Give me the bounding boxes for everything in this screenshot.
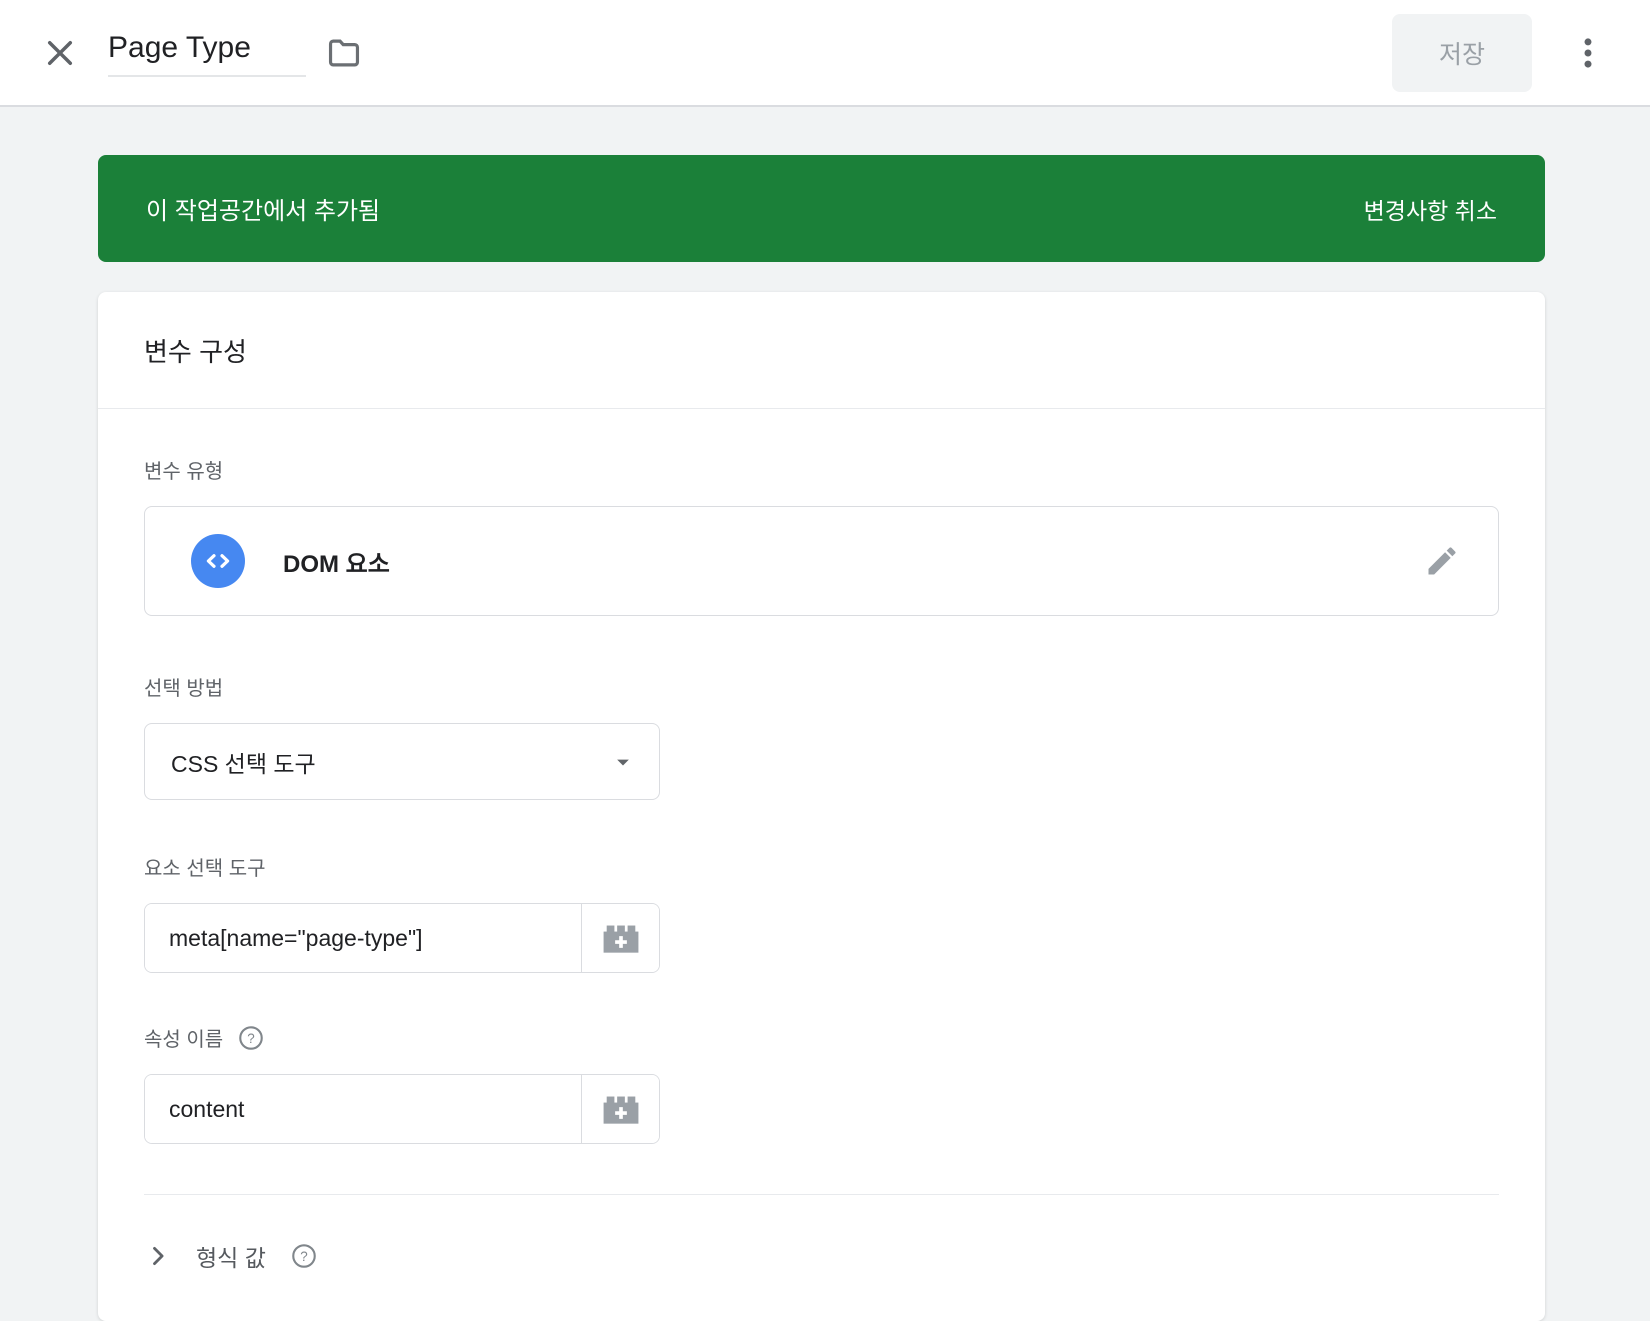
kebab-menu-icon xyxy=(1569,33,1607,73)
discard-changes-link[interactable]: 변경사항 취소 xyxy=(1364,192,1497,226)
element-selector-input[interactable] xyxy=(145,904,581,972)
attribute-name-label: 속성 이름 ? xyxy=(144,1023,1499,1052)
format-value-expander[interactable]: 형식 값 ? xyxy=(144,1239,1499,1273)
svg-text:?: ? xyxy=(300,1249,307,1264)
card-title: 변수 구성 xyxy=(98,292,1545,409)
attribute-name-group xyxy=(144,1074,660,1144)
folder-button[interactable] xyxy=(324,33,364,73)
workspace-status-message: 이 작업공간에서 추가됨 xyxy=(146,191,380,226)
selection-method-select[interactable]: CSS 선택 도구 xyxy=(144,723,660,800)
attribute-name-label-text: 속성 이름 xyxy=(144,1023,223,1052)
kebab-menu-button[interactable] xyxy=(1568,31,1608,75)
code-brackets-icon xyxy=(191,534,245,588)
section-divider xyxy=(144,1194,1499,1195)
variable-picker-brick-icon xyxy=(599,921,643,955)
element-selector-label: 요소 선택 도구 xyxy=(144,852,1499,881)
attribute-name-help-button[interactable]: ? xyxy=(237,1024,265,1052)
main-content: 이 작업공간에서 추가됨 변경사항 취소 변수 구성 변수 유형 DOM 요소 xyxy=(98,155,1545,1321)
attribute-name-input[interactable] xyxy=(145,1075,581,1143)
variable-type-value: DOM 요소 xyxy=(283,544,390,579)
chevron-down-icon xyxy=(609,748,637,776)
pencil-icon xyxy=(1424,543,1460,579)
save-button[interactable]: 저장 xyxy=(1392,14,1532,92)
folder-icon xyxy=(325,34,363,72)
close-button[interactable] xyxy=(40,33,80,73)
variable-name-input[interactable] xyxy=(108,29,306,77)
help-icon: ? xyxy=(237,1024,265,1052)
variable-picker-button[interactable] xyxy=(582,1075,659,1143)
variable-type-box[interactable]: DOM 요소 xyxy=(144,506,1499,616)
selection-method-label: 선택 방법 xyxy=(144,672,1499,701)
workspace-status-banner: 이 작업공간에서 추가됨 변경사항 취소 xyxy=(98,155,1545,262)
variable-picker-brick-icon xyxy=(599,1092,643,1126)
variable-config-card: 변수 구성 변수 유형 DOM 요소 선택 방법 xyxy=(98,292,1545,1321)
selection-method-value: CSS 선택 도구 xyxy=(171,745,316,779)
edit-variable-type-button[interactable] xyxy=(1424,543,1460,579)
card-body: 변수 유형 DOM 요소 선택 방법 CSS 선택 도구 xyxy=(98,409,1545,1321)
variable-title-wrap xyxy=(108,29,306,77)
top-bar: 저장 xyxy=(0,0,1650,107)
svg-text:?: ? xyxy=(247,1030,254,1045)
element-selector-group xyxy=(144,903,660,973)
format-value-help-button[interactable]: ? xyxy=(290,1242,318,1270)
chevron-right-icon xyxy=(144,1242,172,1270)
variable-type-label: 변수 유형 xyxy=(144,455,1499,484)
close-icon xyxy=(41,34,79,72)
help-icon: ? xyxy=(290,1241,318,1271)
variable-picker-button[interactable] xyxy=(582,904,659,972)
format-value-label: 형식 값 xyxy=(196,1239,266,1273)
